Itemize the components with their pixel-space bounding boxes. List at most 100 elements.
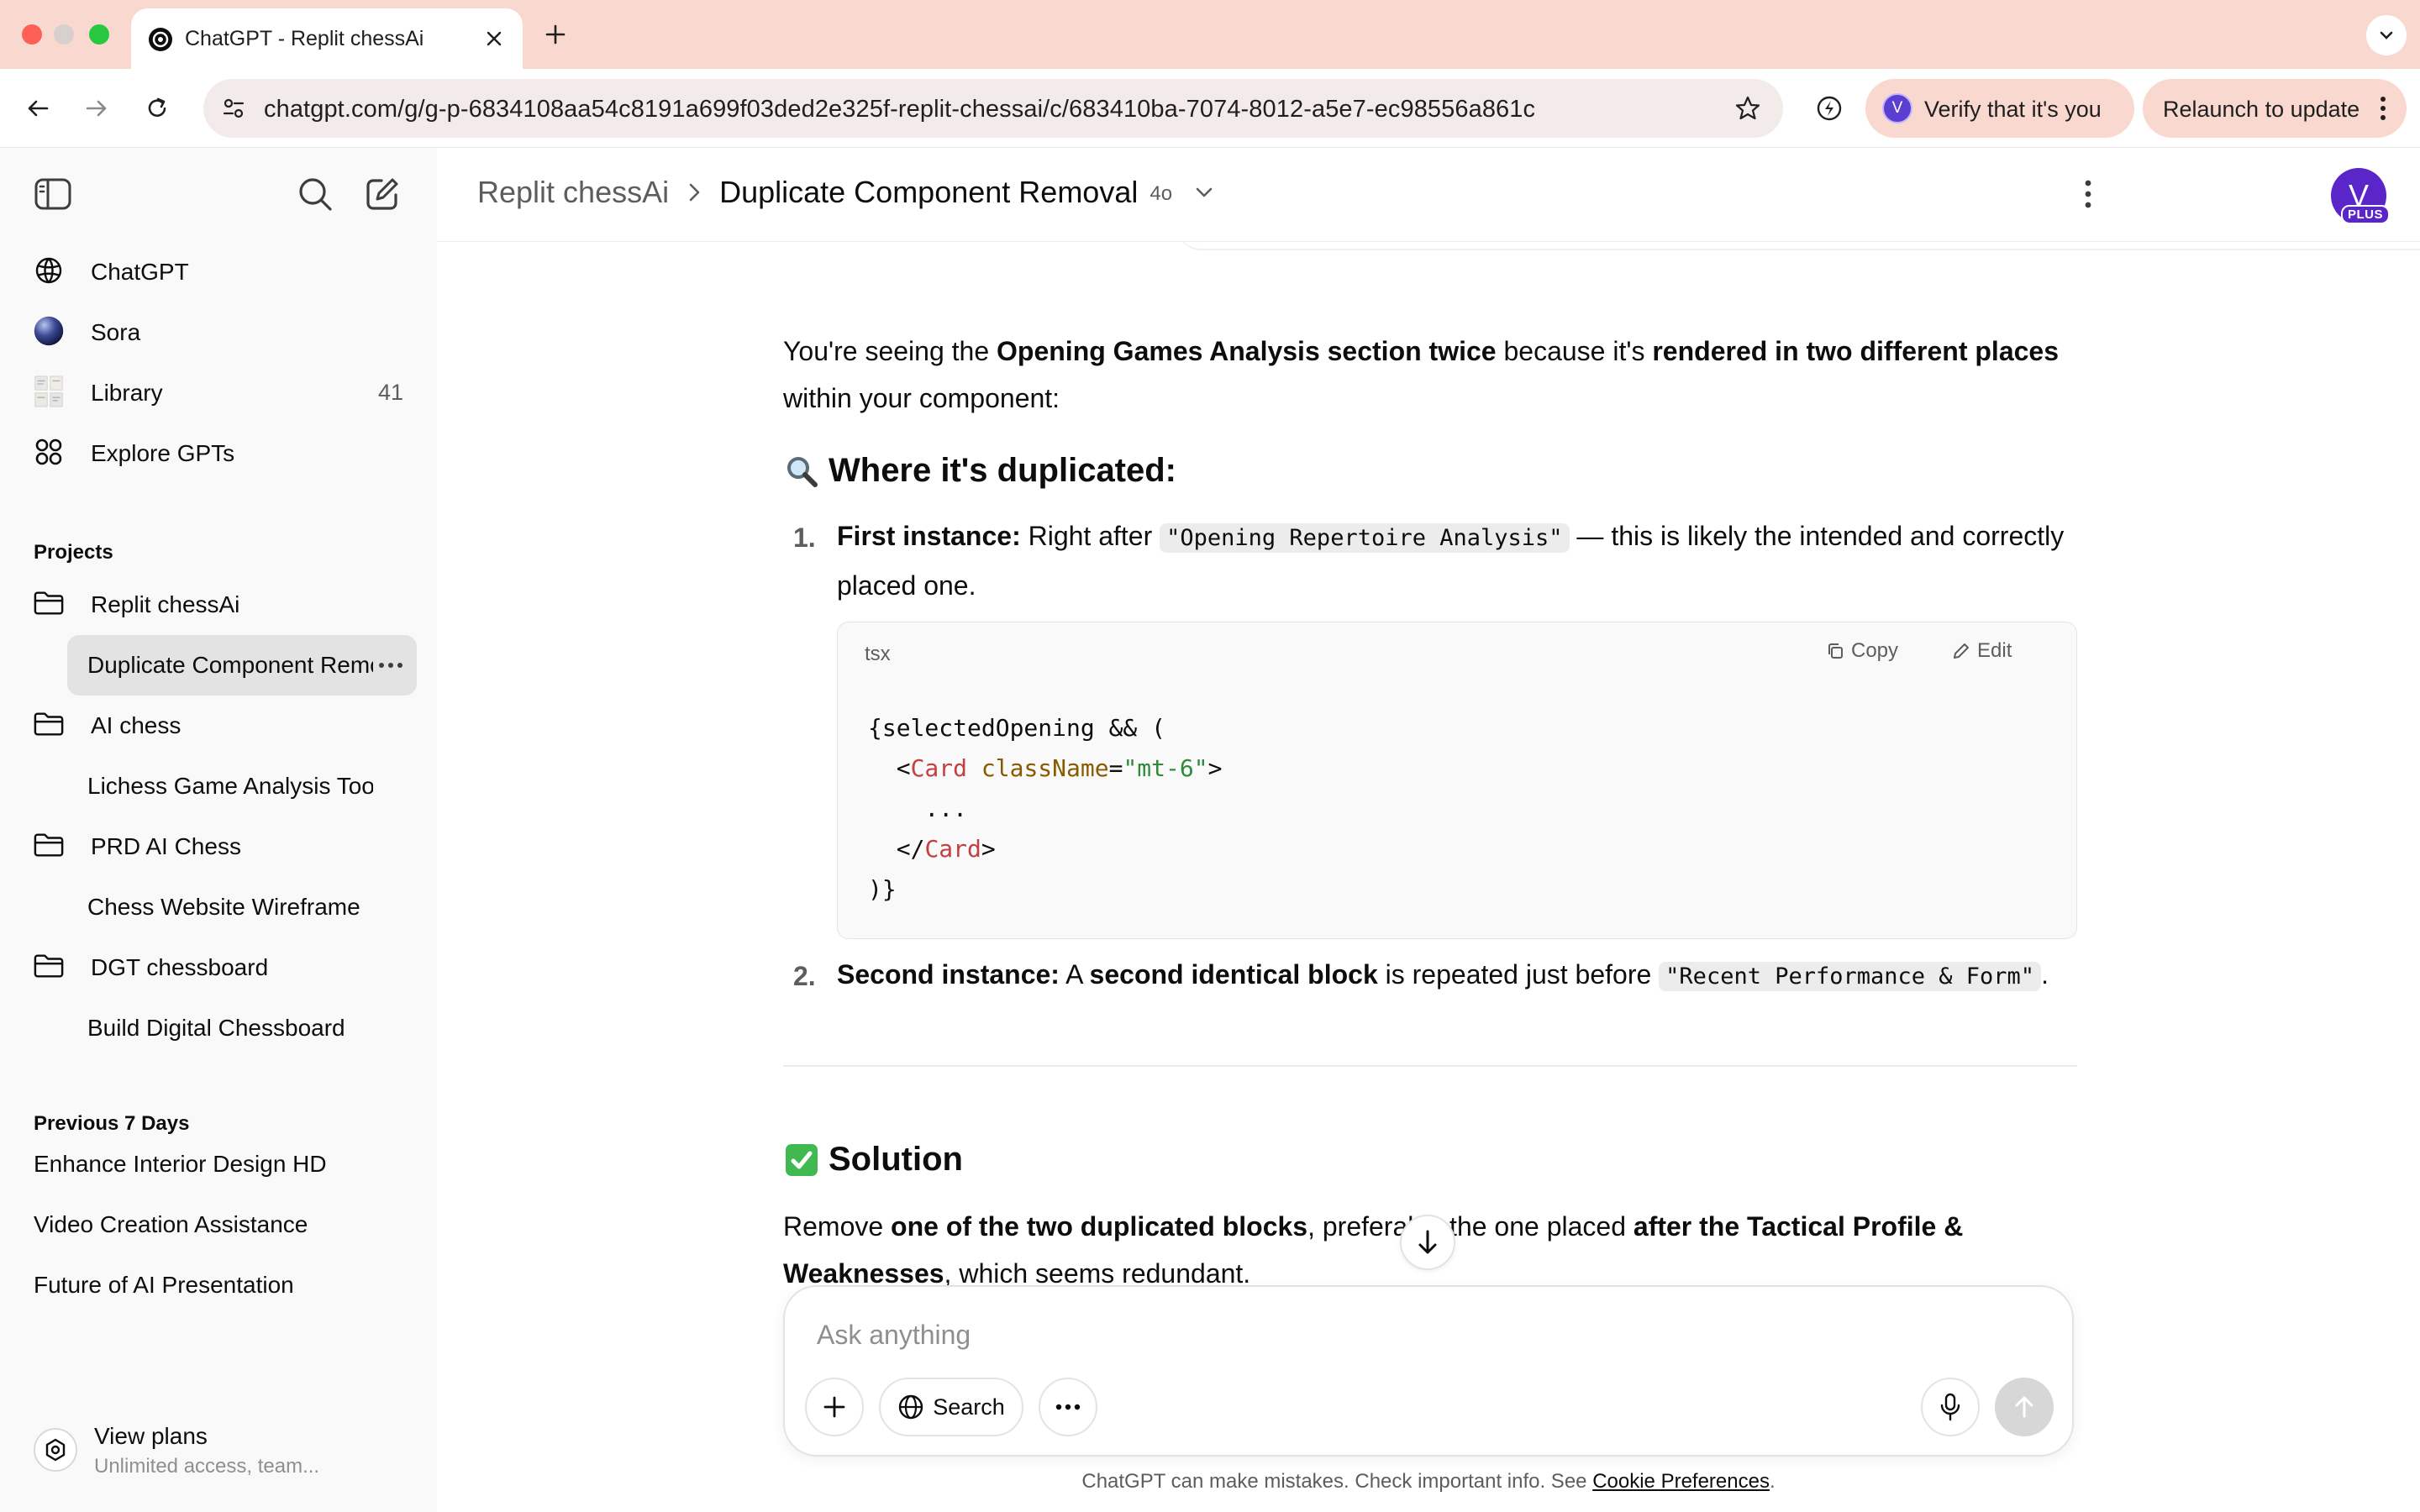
reload-icon[interactable]: [138, 89, 176, 128]
grid-icon: [34, 437, 64, 467]
relaunch-label: Relaunch to update: [2163, 97, 2360, 122]
folder-icon: [34, 830, 64, 860]
url-text[interactable]: chatgpt.com/g/g-p-6834108aa54c8191a699f0…: [264, 96, 1535, 123]
browser-toolbar: chatgpt.com/g/g-p-6834108aa54c8191a699f0…: [0, 69, 2420, 148]
section-heading-solution: Solution: [783, 1141, 963, 1179]
address-bar[interactable]: chatgpt.com/g/g-p-6834108aa54c8191a699f0…: [203, 79, 1783, 138]
chat-item-label: Build Digital Chessboard: [87, 1015, 345, 1041]
chat-item-label: Lichess Game Analysis Tool: [87, 773, 373, 799]
sidebar-item-chatgpt[interactable]: ChatGPT: [20, 244, 417, 297]
verify-identity-button[interactable]: V Verify that it's you: [1865, 79, 2134, 138]
forward-arrow-icon[interactable]: [77, 89, 116, 128]
view-plans-button[interactable]: View plans Unlimited access, team...: [20, 1408, 417, 1492]
relaunch-button[interactable]: Relaunch to update: [2143, 79, 2407, 138]
openai-logo-icon: [34, 255, 64, 286]
chat-item-label: Duplicate Component Removal: [87, 652, 373, 678]
chat-options-icon[interactable]: [378, 655, 403, 675]
previous-user-message: [1176, 242, 2420, 250]
recent-chat-item[interactable]: Video Creation Assistance: [34, 1196, 417, 1250]
tab-title: ChatGPT - Replit chessAi: [185, 27, 424, 50]
chat-item[interactable]: Lichess Game Analysis Tool: [67, 756, 417, 816]
project-replit-chessai[interactable]: Replit chessAi: [20, 576, 417, 630]
view-plans-title: View plans: [94, 1423, 208, 1449]
magnifier-emoji-icon: [783, 453, 820, 490]
disclaimer: ChatGPT can make mistakes. Check importa…: [1081, 1470, 1776, 1493]
plus-badge: PLUS: [2340, 205, 2390, 224]
tab-close-icon[interactable]: [477, 22, 511, 55]
new-tab-icon[interactable]: [538, 17, 573, 52]
extension-icon[interactable]: [1810, 89, 1849, 128]
scroll-to-bottom-button[interactable]: [1400, 1215, 1455, 1270]
window-minimize-button[interactable]: [54, 24, 74, 45]
bookmark-star-icon[interactable]: [1731, 92, 1765, 125]
copy-code-button[interactable]: Copy: [1826, 639, 1898, 663]
send-button[interactable]: [1995, 1378, 2054, 1436]
tab-search-chevron-icon[interactable]: [2366, 15, 2407, 55]
sidebar-item-label: Explore GPTs: [91, 440, 235, 466]
view-plans-subtitle: Unlimited access, team...: [94, 1455, 320, 1478]
project-prd-ai-chess[interactable]: PRD AI Chess: [20, 818, 417, 872]
edit-code-button[interactable]: Edit: [1952, 639, 2012, 663]
browser-menu-icon[interactable]: [2375, 93, 2391, 123]
sidebar-item-explore-gpts[interactable]: Explore GPTs: [20, 425, 417, 479]
cookie-preferences-link[interactable]: Cookie Preferences: [1592, 1470, 1770, 1493]
recent-chat-label: Video Creation Assistance: [34, 1211, 308, 1237]
voice-dictation-button[interactable]: [1921, 1378, 1980, 1436]
list-number: 1.: [793, 522, 816, 553]
chat-header: Replit chessAi Duplicate Component Remov…: [437, 148, 2420, 242]
arrow-up-icon: [2015, 1396, 2033, 1418]
search-tool-button[interactable]: Search: [879, 1378, 1023, 1436]
sidebar-item-label: Sora: [91, 319, 141, 345]
sidebar-item-label: ChatGPT: [91, 259, 189, 285]
chevron-down-icon[interactable]: [1189, 177, 1219, 207]
project-label: DGT chessboard: [91, 954, 269, 980]
code-language: tsx: [865, 643, 891, 665]
upgrade-badge-icon: [34, 1428, 77, 1472]
folder-icon: [34, 709, 64, 739]
recent-chat-item[interactable]: Enhance Interior Design HD: [34, 1136, 417, 1189]
window-close-button[interactable]: [22, 24, 42, 45]
sora-icon: [34, 316, 64, 346]
prompt-input[interactable]: [817, 1314, 1993, 1356]
toggle-sidebar-icon[interactable]: [30, 171, 76, 217]
chat-item-active[interactable]: Duplicate Component Removal: [67, 635, 417, 696]
search-chats-icon[interactable]: [292, 171, 338, 217]
sidebar-item-library[interactable]: Library 41: [20, 365, 417, 418]
code-content: {selectedOpening && ( <Card className="m…: [868, 714, 1223, 903]
new-chat-icon[interactable]: [360, 171, 405, 217]
browser-tab-active[interactable]: ChatGPT - Replit chessAi: [131, 8, 523, 69]
sidebar-item-label: Library: [91, 380, 163, 406]
breadcrumb-project[interactable]: Replit chessAi: [477, 175, 669, 210]
library-count: 41: [377, 380, 403, 405]
globe-icon: [899, 1394, 923, 1420]
add-attachment-button[interactable]: [805, 1378, 864, 1436]
project-label: PRD AI Chess: [91, 833, 241, 859]
composer: Search: [783, 1285, 2074, 1457]
project-ai-chess[interactable]: AI chess: [20, 697, 417, 751]
site-settings-icon[interactable]: [217, 92, 250, 125]
sidebar-item-sora[interactable]: Sora: [20, 304, 417, 358]
chat-title[interactable]: Duplicate Component Removal: [719, 175, 1138, 210]
browser-tab-bar: ChatGPT - Replit chessAi: [0, 0, 2420, 69]
edit-pencil-icon: [1954, 643, 1969, 659]
library-icon: [34, 375, 64, 407]
microphone-icon: [1940, 1393, 1960, 1421]
back-arrow-icon[interactable]: [18, 89, 57, 128]
breadcrumb: Replit chessAi Duplicate Component Remov…: [477, 175, 1219, 210]
project-dgt-chessboard[interactable]: DGT chessboard: [20, 939, 417, 993]
more-tools-button[interactable]: [1039, 1378, 1097, 1436]
conversation-options-icon[interactable]: [2067, 173, 2109, 215]
recent-chat-item[interactable]: Future of AI Presentation: [34, 1257, 417, 1310]
chat-item[interactable]: Chess Website Wireframe: [67, 877, 417, 937]
projects-heading: Projects: [34, 541, 113, 564]
sidebar: ChatGPT Sora Library 41 Explore GPTs Pro…: [0, 148, 437, 1512]
code-block: tsx Copy Edit {selectedOpening && ( <Car…: [837, 622, 2077, 939]
recent-chat-label: Enhance Interior Design HD: [34, 1151, 327, 1177]
divider: [783, 1065, 2077, 1067]
window-zoom-button[interactable]: [89, 24, 109, 45]
list-item-second-instance: Second instance: A second identical bloc…: [837, 959, 2049, 991]
recent-heading: Previous 7 Days: [34, 1112, 190, 1135]
list-item-first-instance: First instance: Right after "Opening Rep…: [837, 521, 2065, 601]
folder-icon: [34, 951, 64, 981]
chat-item[interactable]: Build Digital Chessboard: [67, 998, 417, 1058]
